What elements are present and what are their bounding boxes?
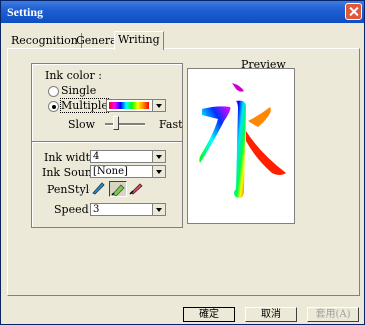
- ok-button[interactable]: 確定: [183, 307, 235, 322]
- window-title: Setting: [7, 5, 43, 19]
- speed-select[interactable]: 3: [90, 203, 166, 216]
- ink-width-value: 4: [93, 151, 100, 162]
- apply-button[interactable]: 套用(A): [307, 307, 359, 322]
- pen-marker-button[interactable]: [109, 181, 127, 197]
- preview-glyph: [199, 83, 286, 198]
- chevron-down-icon[interactable]: [152, 100, 165, 111]
- chevron-down-icon[interactable]: [152, 151, 165, 162]
- pen-brush-button[interactable]: [90, 181, 108, 197]
- pen-marker-icon: [111, 184, 125, 197]
- slow-label: Slow: [68, 118, 96, 131]
- ink-sound-value: [None]: [93, 166, 128, 177]
- ink-speed-slider-thumb[interactable]: [113, 116, 119, 130]
- multicolor-palette-select[interactable]: [106, 99, 166, 112]
- pen-nib-icon: [129, 183, 143, 195]
- pen-brush-icon: [92, 182, 105, 195]
- chevron-down-icon[interactable]: [152, 166, 165, 177]
- ink-width-select[interactable]: 4: [90, 150, 166, 163]
- single-color-label: Single: [61, 84, 97, 97]
- multiple-color-label: Multiple: [60, 98, 109, 113]
- ink-sound-select[interactable]: [None]: [90, 165, 166, 178]
- fast-label: Fast: [159, 118, 183, 131]
- cancel-button[interactable]: 取消: [245, 307, 297, 322]
- close-icon[interactable]: [345, 3, 362, 20]
- rainbow-swatch: [109, 102, 149, 109]
- setting-dialog: Setting Recognition General Writing Ink …: [0, 0, 365, 325]
- ink-speed-slider-track[interactable]: [105, 123, 145, 126]
- ink-color-label: Ink color :: [45, 69, 102, 82]
- pen-nib-button[interactable]: [128, 181, 146, 197]
- tab-recognition[interactable]: Recognition: [8, 33, 82, 49]
- title-bar[interactable]: Setting: [1, 1, 364, 23]
- speed-value: 3: [93, 204, 100, 215]
- preview-pane: [187, 68, 295, 224]
- single-color-radio[interactable]: [48, 86, 59, 97]
- chevron-down-icon[interactable]: [152, 204, 165, 215]
- multiple-color-radio[interactable]: [48, 101, 59, 112]
- tab-writing[interactable]: Writing: [114, 31, 164, 50]
